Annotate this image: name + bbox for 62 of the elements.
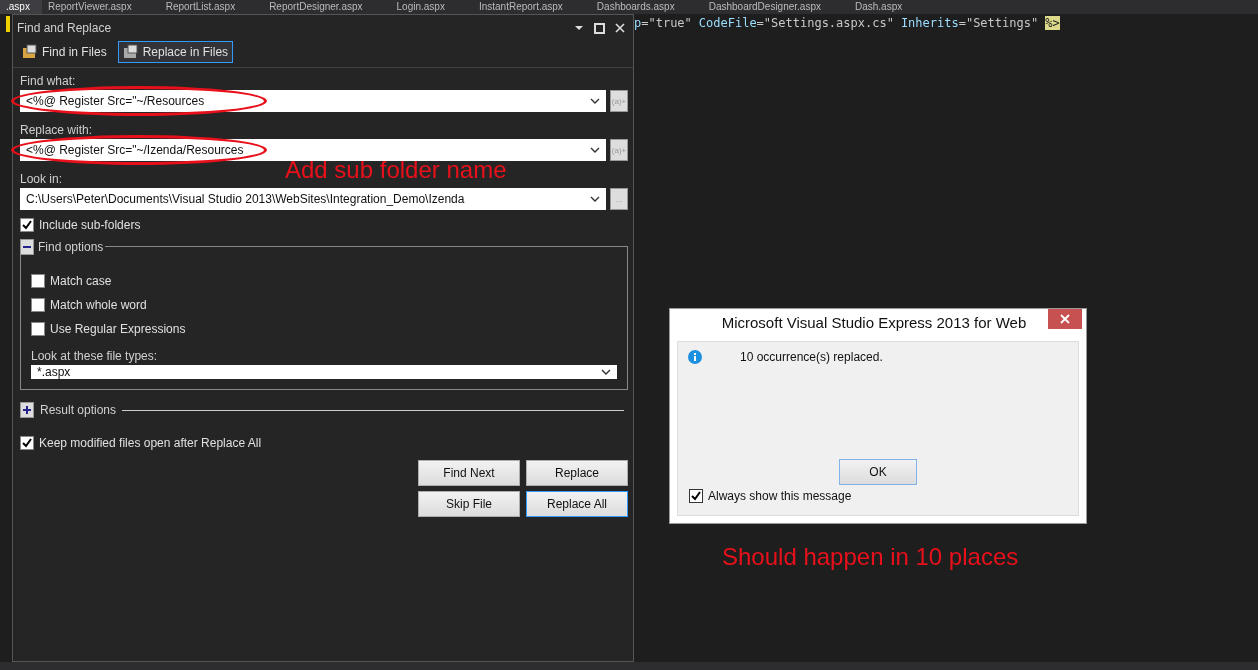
chevron-down-icon[interactable]: [590, 195, 600, 203]
expand-toggle[interactable]: [20, 402, 34, 418]
action-button[interactable]: Find Next: [418, 460, 520, 486]
checkbox[interactable]: [689, 489, 703, 503]
dialog-message: 10 occurrence(s) replaced.: [740, 350, 883, 364]
chevron-down-icon[interactable]: [601, 368, 611, 376]
editor-tab[interactable]: .aspx: [0, 0, 42, 14]
code-token: ="Settings": [958, 16, 1039, 30]
code-token: CodeFile: [698, 16, 757, 30]
code-token: ="Settings.aspx.cs": [756, 16, 894, 30]
dropdown-icon[interactable]: [574, 23, 584, 33]
files-icon: [22, 44, 38, 60]
chevron-down-icon[interactable]: [590, 146, 600, 154]
checkbox[interactable]: [20, 436, 34, 450]
action-button[interactable]: Replace All: [526, 491, 628, 517]
editor-tab[interactable]: Dash.aspx: [848, 0, 931, 14]
chevron-down-icon[interactable]: [590, 97, 600, 105]
code-token: p: [634, 16, 642, 30]
editor-tab[interactable]: ReportList.aspx: [159, 0, 264, 14]
mode-tab[interactable]: Replace in Files: [117, 41, 234, 63]
code-token: Inherits: [900, 16, 959, 30]
code-token: ="true": [641, 16, 692, 30]
group-title: Find options: [38, 240, 104, 254]
field-label: Look in:: [20, 172, 63, 186]
action-button[interactable]: Replace: [526, 460, 628, 486]
editor-tab[interactable]: Dashboards.aspx: [590, 0, 703, 14]
action-button[interactable]: Skip File: [418, 491, 520, 517]
dialog-title: Microsoft Visual Studio Express 2013 for Web: [720, 313, 1028, 331]
checkbox-label: Use Regular Expressions: [50, 322, 186, 336]
checkbox-label: Always show this message: [708, 489, 852, 503]
editor-tab[interactable]: ReportDesigner.aspx: [263, 0, 391, 14]
checkbox[interactable]: [31, 298, 45, 312]
files-icon: [122, 44, 139, 60]
annotation-text: Add sub folder name: [285, 158, 507, 182]
mode-tab[interactable]: Find in Files: [17, 41, 112, 63]
checkbox[interactable]: [31, 274, 45, 288]
group-title: Result options: [40, 403, 117, 417]
checkbox-label: Include sub-folders: [39, 218, 141, 232]
field-label: Look at these file types:: [31, 349, 158, 363]
editor-tab[interactable]: DashboardDesigner.aspx: [702, 0, 849, 14]
info-icon: [688, 350, 702, 364]
field-label: Find what:: [20, 74, 76, 88]
editor-tab[interactable]: Login.aspx: [390, 0, 473, 14]
annotation-text: Should happen in 10 places: [722, 543, 1019, 571]
combo-field[interactable]: *.aspx: [31, 365, 617, 379]
combo-field[interactable]: C:\Users\Peter\Documents\Visual Studio 2013\WebSites\Integration_Demo\Izenda: [20, 188, 606, 210]
checkbox[interactable]: [31, 322, 45, 336]
ok-button[interactable]: OK: [839, 459, 917, 485]
editor-tab[interactable]: InstantReport.aspx: [472, 0, 591, 14]
checkbox[interactable]: [20, 218, 34, 232]
close-icon[interactable]: [615, 23, 625, 33]
change-marker: [6, 16, 10, 32]
field-label: Replace with:: [20, 123, 93, 137]
editor-tab[interactable]: ReportViewer.aspx: [41, 0, 160, 14]
code-token: %>: [1045, 16, 1060, 30]
collapse-toggle[interactable]: [20, 239, 34, 255]
checkbox-label: Keep modified files open after Replace All: [39, 436, 262, 450]
panel-title: Find and Replace: [17, 21, 113, 35]
maximize-icon[interactable]: [594, 22, 605, 34]
checkbox-label: Match whole word: [50, 298, 147, 312]
checkbox-label: Match case: [50, 274, 112, 288]
close-button[interactable]: [1048, 309, 1082, 329]
